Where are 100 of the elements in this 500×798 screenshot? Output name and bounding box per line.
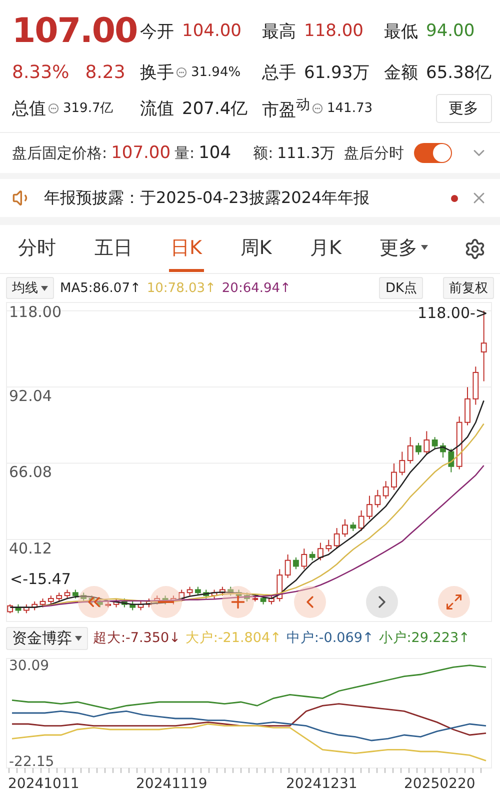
notice-text[interactable]: 年报预披露：于2025-04-23披露2024年年报 bbox=[44, 188, 439, 208]
candlestick bbox=[72, 589, 78, 600]
fund-reading: 超大:-7.350↓ bbox=[93, 629, 180, 647]
axis-label: -22.15 bbox=[9, 754, 54, 770]
candlestick bbox=[211, 589, 218, 600]
stat-label: 最低 bbox=[384, 20, 418, 42]
candlestick bbox=[350, 522, 356, 532]
candlestick bbox=[464, 386, 470, 426]
change-amount: 8.23 bbox=[85, 62, 126, 82]
date-label: 20241011 bbox=[8, 776, 80, 792]
caret-icon bbox=[75, 636, 82, 640]
info-icon[interactable] bbox=[48, 102, 59, 114]
candlestick bbox=[309, 551, 316, 561]
volume-label: 量: bbox=[174, 144, 195, 162]
candlestick bbox=[138, 600, 144, 611]
candlestick bbox=[374, 489, 381, 508]
candlestick bbox=[334, 528, 340, 550]
price-marker: 118.00-> bbox=[418, 304, 488, 322]
price-marker: <-15.47 bbox=[10, 570, 71, 588]
date-label: 20241119 bbox=[136, 776, 208, 792]
candlestick bbox=[399, 451, 406, 476]
candlestick bbox=[228, 586, 234, 596]
dk-button[interactable]: DK点 bbox=[379, 277, 423, 299]
current-price: 107.00 bbox=[12, 11, 138, 51]
axis-label: 40.12 bbox=[9, 539, 52, 558]
candlestick bbox=[121, 598, 128, 608]
after-hours-switch[interactable] bbox=[414, 143, 452, 163]
period-tab[interactable]: 日K bbox=[168, 226, 204, 272]
info-icon[interactable] bbox=[176, 66, 187, 78]
candlestick bbox=[220, 586, 226, 596]
candlestick bbox=[284, 554, 291, 578]
candlestick bbox=[252, 595, 258, 602]
candlestick bbox=[293, 556, 299, 570]
fund-reading: 小户:29.223↑ bbox=[378, 629, 470, 647]
candlestick bbox=[391, 462, 397, 490]
scroll-right-button[interactable] bbox=[366, 586, 398, 618]
period-tab[interactable]: 五日 bbox=[92, 226, 134, 272]
candlestick bbox=[178, 589, 185, 602]
stat-label: 市盈$^{动}$ bbox=[262, 96, 310, 122]
candlestick bbox=[366, 495, 372, 520]
candlestick bbox=[203, 589, 210, 600]
more-menu[interactable]: 更多 bbox=[378, 226, 430, 272]
more-button[interactable]: 更多 bbox=[436, 94, 492, 122]
ma-reading: 20:64.94↑ bbox=[222, 280, 291, 296]
date-label: 20241231 bbox=[286, 776, 358, 792]
candlestick bbox=[448, 448, 454, 473]
after-hours-price: 107.00 bbox=[111, 143, 171, 163]
stat-value: 31.94% bbox=[191, 64, 241, 80]
caret-icon bbox=[41, 286, 48, 290]
stat-label: 金额 bbox=[384, 62, 418, 84]
scroll-start-button[interactable] bbox=[78, 586, 110, 618]
candlestick bbox=[407, 436, 414, 464]
adjust-button[interactable]: 前复权 bbox=[443, 277, 494, 299]
stat-label: 换手 bbox=[140, 62, 174, 84]
candlestick bbox=[236, 589, 242, 600]
candlestick bbox=[88, 595, 95, 605]
candlestick bbox=[195, 586, 201, 596]
axis-label: 66.08 bbox=[9, 463, 52, 482]
candlestick bbox=[64, 589, 70, 600]
candlestick bbox=[113, 598, 120, 608]
stat-value: 61.93万 bbox=[304, 62, 370, 84]
settings-icon[interactable] bbox=[464, 238, 486, 260]
period-tab[interactable]: 周K bbox=[238, 226, 274, 272]
candlestick bbox=[326, 539, 332, 552]
zoom-in-button[interactable] bbox=[222, 586, 254, 618]
candlestick bbox=[7, 604, 14, 614]
candlestick bbox=[432, 436, 438, 450]
info-icon[interactable] bbox=[312, 102, 323, 114]
candlestick bbox=[260, 595, 266, 605]
candlestick bbox=[244, 592, 250, 602]
fullscreen-button[interactable] bbox=[438, 586, 470, 618]
stat-value: 118.00 bbox=[304, 21, 364, 41]
stat-label: 总值 bbox=[12, 98, 46, 120]
stat-label: 最高 bbox=[262, 20, 296, 42]
period-tab[interactable]: 月K bbox=[308, 226, 344, 272]
ma-selector[interactable]: 均线 bbox=[6, 277, 54, 299]
stat-value: 94.00 bbox=[426, 21, 475, 41]
fund-reading: 大户:-21.804↑ bbox=[185, 629, 282, 647]
candlestick bbox=[301, 548, 308, 570]
candlestick bbox=[105, 600, 112, 608]
expand-icon bbox=[445, 593, 463, 611]
candlestick bbox=[48, 595, 54, 605]
candlestick bbox=[456, 416, 462, 470]
indicator-selector[interactable]: 资金博弈 bbox=[6, 626, 88, 650]
period-tab[interactable]: 分时 bbox=[16, 226, 58, 272]
stat-label: 流值 bbox=[140, 98, 174, 120]
candlestick bbox=[186, 586, 193, 596]
ma-reading: 10:78.03↑ bbox=[146, 280, 216, 296]
stat-value: 141.73 bbox=[327, 100, 372, 116]
candlestick bbox=[416, 442, 422, 456]
candlestick bbox=[130, 600, 136, 611]
candlestick bbox=[358, 510, 364, 532]
scroll-left-button[interactable] bbox=[294, 586, 326, 618]
ma-reading: MA5:86.07↑ bbox=[60, 280, 141, 296]
candlestick bbox=[342, 518, 348, 538]
date-label: 20250220 bbox=[404, 776, 476, 792]
stat-value: 207.4亿 bbox=[182, 98, 248, 120]
candlestick bbox=[440, 442, 446, 458]
zoom-out-button[interactable] bbox=[150, 586, 182, 618]
axis-label: 118.00 bbox=[9, 302, 62, 321]
